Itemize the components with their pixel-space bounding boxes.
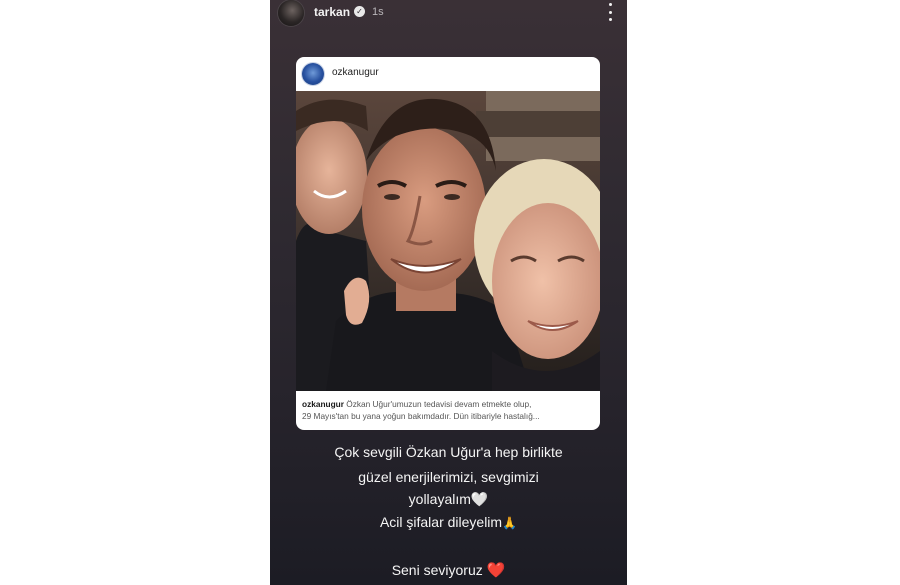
story-viewer: tarkan ✓ 1s ozkanugur ozkanugur Özkan Uğ… bbox=[270, 0, 627, 585]
verified-check-icon: ✓ bbox=[354, 6, 365, 17]
post-username[interactable]: ozkanugur bbox=[332, 67, 379, 78]
message-line-1: Çok sevgili Özkan Uğur'a hep birlikte bbox=[334, 444, 563, 460]
story-username[interactable]: tarkan bbox=[314, 5, 350, 19]
story-header: tarkan ✓ 1s bbox=[270, 0, 627, 26]
white-heart-icon: 🤍 bbox=[470, 491, 489, 507]
post-caption: ozkanugur Özkan Uğur'umuzun tedavisi dev… bbox=[302, 398, 594, 422]
praying-hands-icon: 🙏 bbox=[502, 516, 518, 530]
selfie-photo-illustration bbox=[296, 91, 600, 391]
post-header: ozkanugur bbox=[296, 57, 600, 91]
message-line-2: güzel enerjilerimizi, sevgimizi bbox=[358, 469, 539, 485]
message-line-3-text: yollayalım bbox=[408, 491, 471, 507]
caption-username[interactable]: ozkanugur bbox=[302, 399, 344, 409]
red-heart-icon: ❤️ bbox=[486, 562, 506, 579]
message-line-3: yollayalım🤍 bbox=[270, 491, 627, 508]
message-line-5-text: Seni seviyoruz bbox=[391, 562, 483, 578]
message-line-5: Seni seviyoruz ❤️ bbox=[270, 561, 627, 579]
story-timestamp: 1s bbox=[372, 6, 384, 18]
avatar[interactable] bbox=[278, 0, 304, 26]
more-vertical-icon[interactable] bbox=[607, 3, 613, 21]
caption-line-1: ozkanugur Özkan Uğur'umuzun tedavisi dev… bbox=[302, 398, 594, 410]
post-photo bbox=[296, 91, 600, 391]
caption-text-1: Özkan Uğur'umuzun tedavisi devam etmekte… bbox=[346, 399, 532, 409]
caption-line-2: 29 Mayıs'tan bu yana yoğun bakımdadır. D… bbox=[302, 411, 540, 421]
shared-post-card[interactable]: ozkanugur ozkanugur Özkan Uğur'umuzun te… bbox=[296, 57, 600, 430]
message-line-4-text: Acil şifalar dileyelim bbox=[379, 514, 503, 530]
post-avatar[interactable] bbox=[302, 63, 324, 85]
message-line-4: Acil şifalar dileyelim🙏 bbox=[270, 514, 627, 530]
